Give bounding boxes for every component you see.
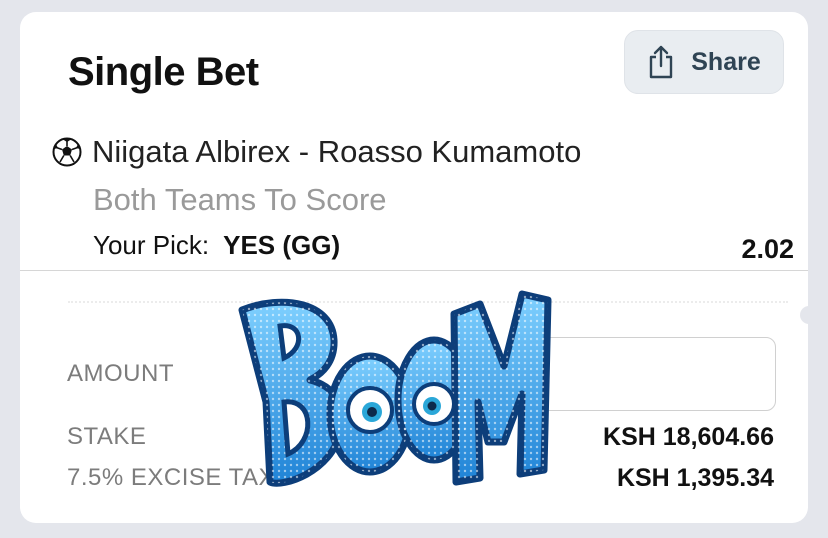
match-name: Niigata Albirex - Roasso Kumamoto (92, 134, 582, 169)
page-title: Single Bet (68, 50, 259, 94)
boom-sticker (238, 290, 552, 487)
amount-input[interactable] (529, 338, 775, 410)
pick-value: YES (GG) (223, 230, 341, 260)
share-button[interactable]: Share (624, 30, 784, 94)
pick-row: Your Pick: YES (GG) (93, 230, 340, 261)
ticket-notch (800, 306, 818, 324)
pick-label: Your Pick: (93, 230, 210, 260)
stake-value: KSH 18,604.66 (603, 423, 774, 451)
odds-value: 2.02 (741, 234, 794, 264)
share-label: Share (691, 47, 761, 76)
match-row: Niigata Albirex - Roasso Kumamoto (52, 134, 581, 170)
tax-value: KSH 1,395.34 (616, 464, 774, 492)
amount-label: AMOUNT (67, 360, 174, 387)
divider (20, 270, 808, 271)
market-name: Both Teams To Score (93, 182, 387, 217)
stake-label: STAKE (67, 423, 147, 450)
soccer-ball-icon (52, 137, 82, 167)
share-icon (647, 44, 675, 80)
amount-stepper[interactable]: + (528, 337, 776, 411)
